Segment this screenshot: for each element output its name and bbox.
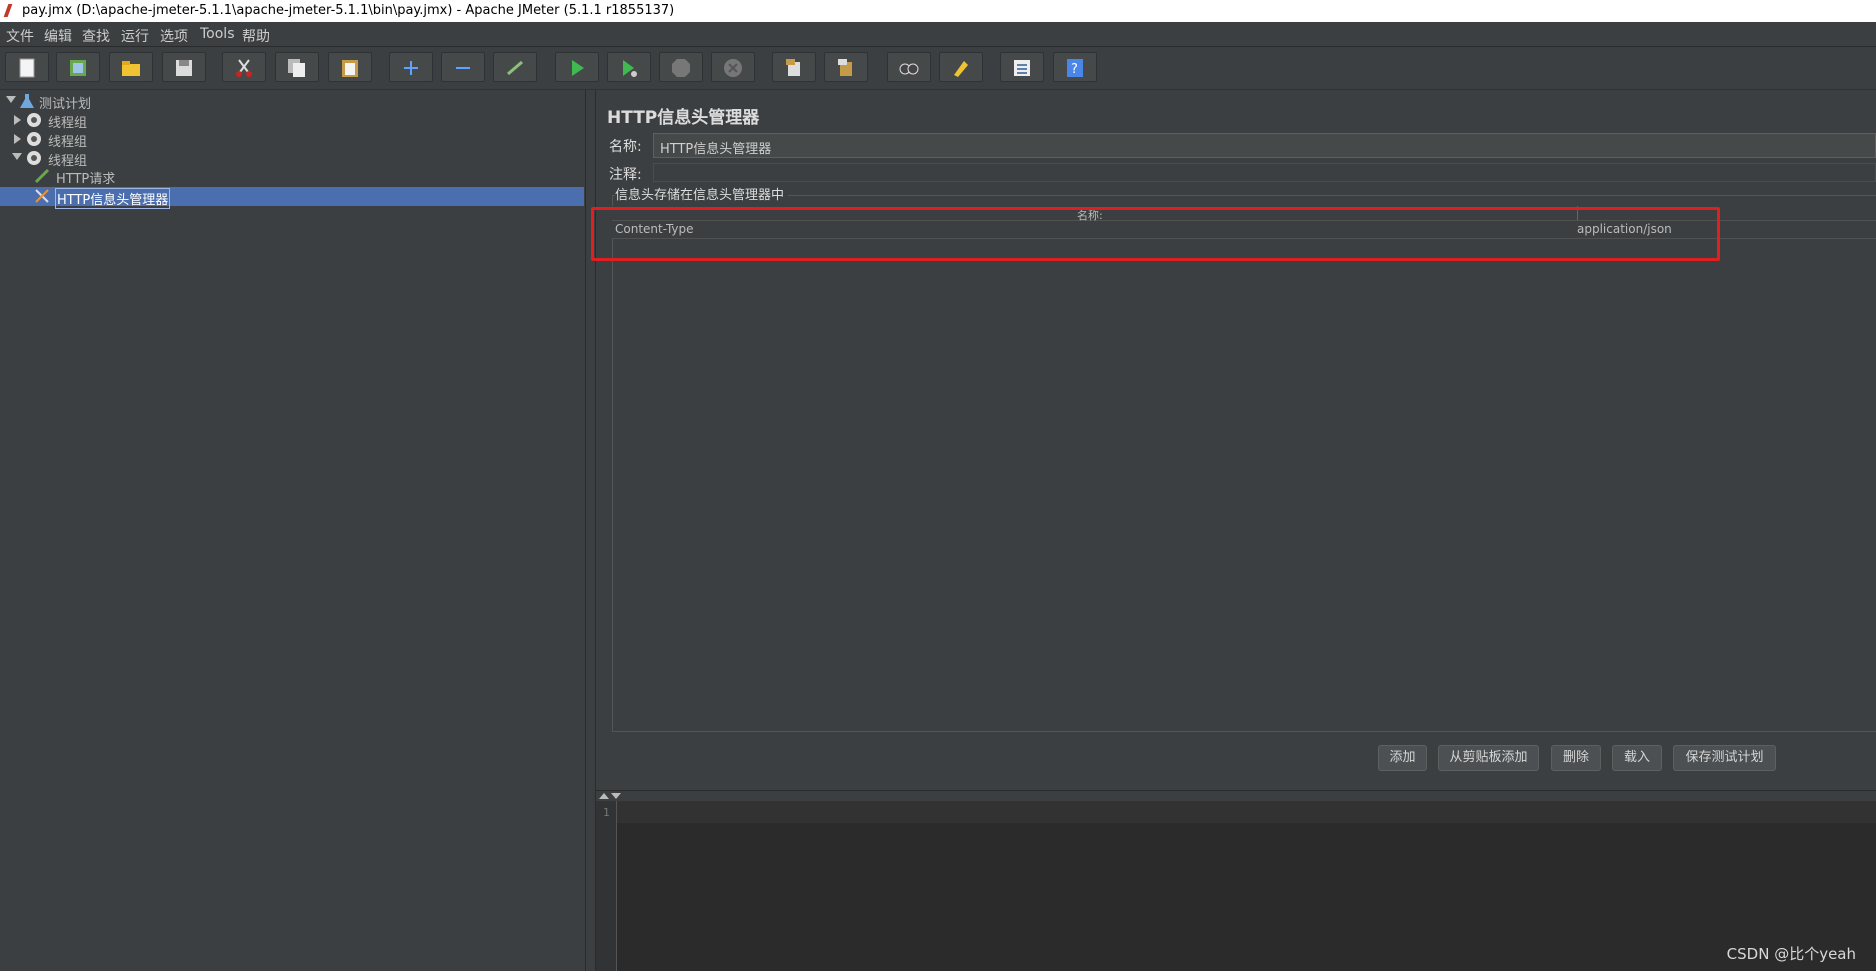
stop-icon [672, 59, 690, 77]
expand-icon [404, 61, 418, 75]
headers-table-border [612, 195, 1876, 731]
jmeter-logo-icon [3, 4, 13, 17]
toggle-icon [507, 60, 523, 76]
open-button[interactable] [109, 52, 153, 82]
panel-title: HTTP信息头管理器 [607, 108, 760, 128]
function-helper-icon [1014, 60, 1030, 76]
menu-run[interactable]: 运行 [121, 26, 149, 46]
copy-icon [288, 59, 305, 77]
tree-node-label: 测试计划 [39, 97, 92, 112]
load-button[interactable]: 载入 [1612, 745, 1662, 771]
shutdown-button[interactable] [711, 52, 755, 82]
name-label: 名称: [609, 139, 642, 155]
menu-edit[interactable]: 编辑 [44, 26, 72, 46]
templates-button[interactable] [56, 52, 100, 82]
gear-icon [27, 113, 41, 127]
start-icon [572, 60, 584, 76]
test-plan-tree [0, 90, 585, 971]
collapse-icon [456, 67, 470, 69]
window-title: pay.jmx (D:\apache-jmeter-5.1.1\apache-j… [22, 3, 675, 18]
menu-bar: 文件 编辑 查找 运行 选项 Tools 帮助 [0, 22, 1876, 47]
section-title: 信息头存储在信息头管理器中 [615, 184, 789, 203]
cut-icon [236, 59, 252, 77]
tree-node-label: 线程组 [48, 135, 88, 150]
name-field-value: HTTP信息头管理器 [660, 142, 772, 157]
start-no-pause-icon [623, 60, 637, 77]
expand-all-button[interactable] [389, 52, 433, 82]
save-test-plan-button[interactable]: 保存测试计划 [1673, 745, 1776, 771]
menu-search[interactable]: 查找 [82, 26, 110, 46]
templates-icon [70, 60, 86, 76]
toggle-button[interactable] [493, 52, 537, 82]
gear-icon [27, 132, 41, 146]
toolbar: ? [0, 47, 1876, 90]
collapse-all-button[interactable] [441, 52, 485, 82]
new-button[interactable] [5, 52, 49, 82]
menu-help[interactable]: 帮助 [242, 26, 270, 46]
splitter-arrows-icon[interactable] [598, 792, 622, 800]
tools-icon [35, 189, 49, 203]
tree-node-label: HTTP请求 [56, 172, 116, 187]
reset-search-icon [954, 61, 968, 77]
name-field[interactable]: HTTP信息头管理器 [653, 133, 1876, 158]
clear-icon [786, 59, 800, 76]
tree-node-label: HTTP信息头管理器 [55, 188, 171, 209]
expand-arrow-icon[interactable] [6, 96, 16, 103]
clear-all-button[interactable] [824, 52, 868, 82]
stop-button[interactable] [659, 52, 703, 82]
tree-node-label: 线程组 [48, 116, 88, 131]
pipette-icon [34, 168, 50, 184]
reset-search-button[interactable] [939, 52, 983, 82]
script-editor[interactable] [596, 801, 1876, 971]
help-button[interactable]: ? [1053, 52, 1097, 82]
expand-arrow-icon[interactable] [12, 153, 22, 160]
help-icon: ? [1067, 59, 1083, 77]
menu-file[interactable]: 文件 [6, 26, 34, 46]
current-line-highlight [617, 801, 1876, 823]
tree-node-label: 线程组 [48, 154, 88, 169]
comment-field[interactable] [653, 163, 1876, 182]
paste-button[interactable] [328, 52, 372, 82]
highlight-annotation-box [591, 207, 1720, 261]
title-bar: pay.jmx (D:\apache-jmeter-5.1.1\apache-j… [0, 0, 1876, 22]
shutdown-icon [724, 59, 742, 77]
menu-tools[interactable]: Tools [200, 26, 235, 42]
svg-text:?: ? [1071, 62, 1078, 77]
save-icon [176, 60, 192, 76]
line-number: 1 [603, 806, 610, 819]
delete-button[interactable]: 删除 [1551, 745, 1601, 771]
comment-label: 注释: [609, 167, 642, 183]
flask-icon [20, 94, 34, 108]
csdn-watermark: CSDN @比个yeah [1726, 945, 1856, 963]
open-icon [122, 61, 140, 76]
paste-icon [342, 60, 358, 77]
clear-all-icon [838, 59, 852, 76]
collapsed-arrow-icon[interactable] [14, 134, 21, 144]
menu-options[interactable]: 选项 [160, 26, 188, 46]
clear-button[interactable] [772, 52, 816, 82]
gear-icon [27, 151, 41, 165]
copy-button[interactable] [275, 52, 319, 82]
start-no-pause-button[interactable] [607, 52, 651, 82]
line-number-gutter: 1 [596, 801, 617, 971]
function-helper-button[interactable] [1000, 52, 1044, 82]
start-button[interactable] [555, 52, 599, 82]
search-button[interactable] [887, 52, 931, 82]
new-icon [19, 58, 35, 78]
cut-button[interactable] [222, 52, 266, 82]
save-button[interactable] [162, 52, 206, 82]
collapsed-arrow-icon[interactable] [14, 115, 21, 125]
add-button[interactable]: 添加 [1378, 745, 1427, 771]
add-from-clipboard-button[interactable]: 从剪贴板添加 [1438, 745, 1539, 771]
search-icon [899, 63, 919, 75]
